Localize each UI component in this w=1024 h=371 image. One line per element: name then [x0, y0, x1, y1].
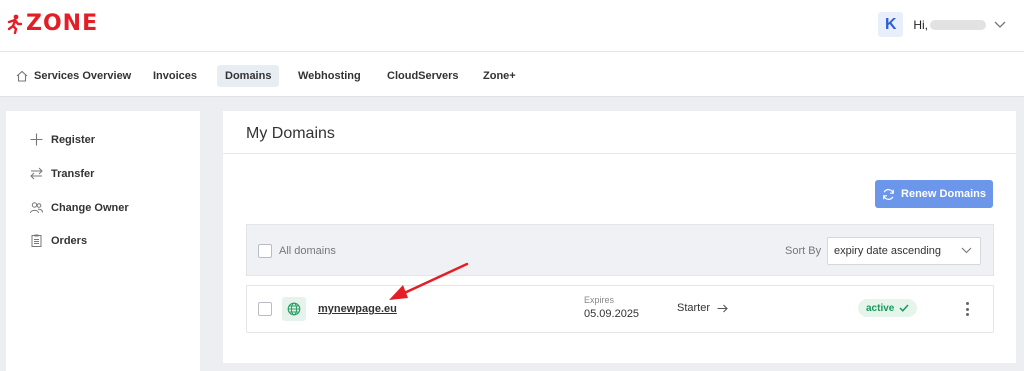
- clipboard-icon: [31, 234, 42, 247]
- zone-logo[interactable]: ZONE: [6, 13, 98, 35]
- chevron-down-icon[interactable]: [994, 21, 1006, 29]
- domains-panel: My Domains Renew Domains All domains Sor…: [223, 111, 1016, 363]
- nav-domains[interactable]: Domains: [217, 65, 280, 87]
- status-label: active: [866, 302, 895, 314]
- nav-label: CloudServers: [387, 70, 459, 82]
- user-menu[interactable]: K Hi,: [878, 12, 1006, 37]
- expires-date: 05.09.2025: [584, 308, 640, 320]
- domain-name-link[interactable]: mynewpage.eu: [318, 303, 397, 315]
- status-badge: active: [858, 299, 918, 317]
- nav-label: Invoices: [153, 70, 198, 82]
- sort-select-value: expiry date ascending: [834, 245, 942, 257]
- transfer-arrows-icon: [30, 167, 43, 180]
- sidebar-item-orders[interactable]: Orders: [30, 234, 87, 247]
- renew-domains-button[interactable]: Renew Domains: [875, 180, 993, 208]
- all-domains-label: All domains: [279, 245, 336, 257]
- plus-icon: [30, 133, 43, 146]
- nav-cloudservers[interactable]: CloudServers: [379, 65, 467, 87]
- page-title: My Domains: [246, 125, 335, 142]
- sort-by-label: Sort By: [785, 245, 822, 257]
- sidebar: Register Transfer Change Owner Orders: [6, 111, 200, 371]
- domain-row: mynewpage.eu Expires 05.09.2025 Starter …: [246, 285, 994, 333]
- sidebar-item-label: Transfer: [51, 167, 95, 180]
- home-icon: [16, 70, 28, 82]
- sidebar-item-register[interactable]: Register: [30, 133, 95, 146]
- sidebar-item-transfer[interactable]: Transfer: [30, 167, 94, 180]
- expires-label: Expires: [584, 295, 615, 305]
- arrow-right-icon: [717, 304, 728, 312]
- nav-label: Services Overview: [34, 70, 132, 82]
- select-all-checkbox[interactable]: [258, 244, 272, 258]
- users-icon: [30, 202, 43, 214]
- logo-text: ZONE: [26, 11, 99, 36]
- more-options-icon[interactable]: [963, 300, 971, 318]
- avatar[interactable]: K: [878, 12, 904, 37]
- sidebar-item-label: Orders: [51, 234, 88, 247]
- redacted-username: [930, 19, 986, 30]
- domain-row-checkbox[interactable]: [258, 302, 272, 316]
- divider: [223, 153, 1016, 154]
- nav-webhosting[interactable]: Webhosting: [290, 65, 369, 87]
- nav-invoices[interactable]: Invoices: [145, 65, 205, 87]
- domain-filter-bar: All domains Sort By expiry date ascendin…: [246, 224, 994, 276]
- sidebar-item-label: Change Owner: [51, 201, 129, 214]
- nav-zone-plus[interactable]: Zone+: [475, 65, 524, 87]
- checkmark-icon: [899, 304, 909, 312]
- plan-link[interactable]: Starter: [677, 302, 728, 314]
- plan-label: Starter: [677, 302, 711, 314]
- nav-label: Domains: [225, 70, 272, 82]
- sort-select[interactable]: expiry date ascending: [827, 237, 981, 265]
- nav-services-overview[interactable]: Services Overview: [8, 65, 139, 87]
- sidebar-item-change-owner[interactable]: Change Owner: [30, 201, 129, 214]
- main-nav: Services Overview Invoices Domains Webho…: [0, 52, 1024, 97]
- nav-label: Zone+: [483, 70, 516, 82]
- refresh-icon: [883, 188, 894, 200]
- greeting: Hi,: [913, 17, 928, 32]
- globe-icon: [282, 297, 306, 321]
- renew-domains-label: Renew Domains: [901, 188, 986, 200]
- chevron-down-icon: [961, 247, 972, 254]
- sidebar-item-label: Register: [51, 133, 96, 146]
- top-bar: ZONE K Hi,: [0, 0, 1024, 52]
- nav-label: Webhosting: [298, 70, 361, 82]
- runner-icon: [7, 14, 22, 34]
